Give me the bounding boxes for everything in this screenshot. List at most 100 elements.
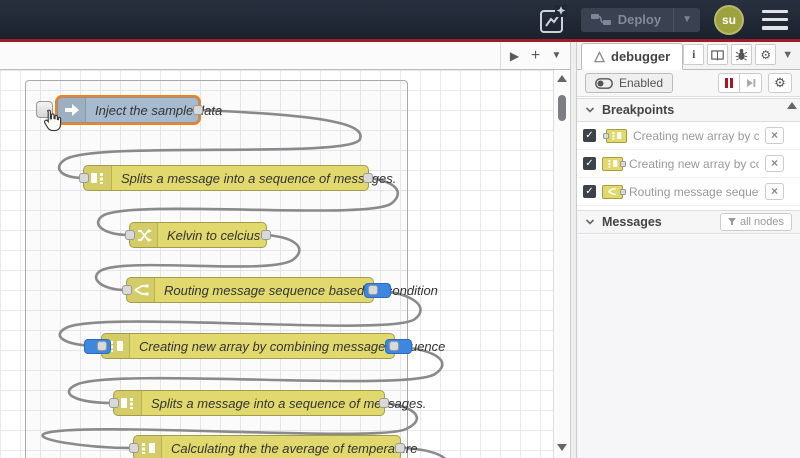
toggle-icon <box>595 77 613 89</box>
sidebar-splitter[interactable] <box>570 42 577 458</box>
scroll-down-icon[interactable] <box>557 444 567 451</box>
input-port[interactable] <box>109 398 119 408</box>
join-node-icon <box>602 156 626 171</box>
chevron-down-icon <box>585 107 595 113</box>
chevron-down-icon <box>585 219 595 225</box>
flow-node-split-1[interactable]: Splits a message into a sequence of mess… <box>79 165 396 191</box>
filter-funnel-icon <box>727 218 736 225</box>
cursor-pointer-icon <box>43 109 62 132</box>
breakpoint-checkbox[interactable]: ✓ <box>583 185 596 198</box>
hamburger-menu-icon[interactable] <box>762 9 788 30</box>
flow-list-caret-icon[interactable]: ▼ <box>547 45 566 67</box>
flow-tab-buttons: ▶ + ▼ <box>500 42 570 69</box>
debugger-toolbar-right: ⚙ <box>718 73 792 93</box>
input-port[interactable] <box>129 443 139 453</box>
breakpoint-row[interactable]: ✓ Routing message sequence based on cond… <box>577 178 800 206</box>
debugger-settings-gear-icon[interactable]: ⚙ <box>768 73 792 93</box>
message-filter-button[interactable]: all nodes <box>719 213 792 231</box>
sidebar-scroll-up-icon[interactable] <box>787 102 797 109</box>
gear-icon[interactable]: ⚙ <box>755 44 777 65</box>
mini-input-port <box>603 133 609 139</box>
scrollbar-thumb[interactable] <box>558 95 566 121</box>
remove-breakpoint-icon[interactable]: × <box>765 127 784 144</box>
output-port[interactable] <box>193 105 203 115</box>
flow-node-switch[interactable]: Routing message sequence based on condit… <box>122 277 438 303</box>
flow-node-change[interactable]: Kelvin to celcius <box>125 222 271 248</box>
pause-icon[interactable] <box>718 73 740 93</box>
deploy-caret-icon[interactable]: ▼ <box>673 7 700 32</box>
messages-title: Messages <box>602 215 662 229</box>
flow-node-split-2[interactable]: Splits a message into a sequence of mess… <box>109 390 426 416</box>
deploy-button-main[interactable]: Deploy <box>581 12 673 27</box>
output-port[interactable] <box>261 230 271 240</box>
workspace: ▶ + ▼ Inject the sample data Splits a me… <box>0 42 570 458</box>
info-icon[interactable]: i <box>683 44 705 65</box>
breakpoint-row[interactable]: ✓ Creating new array by combining messag… <box>577 122 800 150</box>
breakpoint-label: Creating new array by combining message … <box>633 128 759 143</box>
mini-output-port <box>620 189 626 195</box>
breakpoint-label: Creating new array by combining message … <box>629 156 759 171</box>
canvas-scrollbar[interactable] <box>553 70 570 458</box>
breakpoints-header[interactable]: Breakpoints <box>577 98 800 122</box>
flow-tab-bar: ▶ + ▼ <box>0 42 570 70</box>
remove-breakpoint-icon[interactable]: × <box>765 155 784 172</box>
node-label: Calculating the the average of temperatu… <box>171 440 418 456</box>
breakpoints-section: Breakpoints ✓ Creating new array by comb… <box>577 98 800 206</box>
enabled-toggle-button[interactable]: Enabled <box>585 73 674 93</box>
step-icon[interactable] <box>740 73 762 93</box>
output-port[interactable] <box>363 173 373 183</box>
debug-step-controls <box>718 73 762 93</box>
input-port[interactable] <box>125 230 135 240</box>
deploy-button[interactable]: Deploy ▼ <box>580 7 700 32</box>
sidebar-tab-icons: i ⚙ ▼ <box>683 44 800 69</box>
node-label: Kelvin to celcius <box>167 227 261 243</box>
deploy-label: Deploy <box>617 12 662 27</box>
breakpoint-checkbox[interactable]: ✓ <box>583 157 596 170</box>
bug-icon[interactable] <box>731 44 753 65</box>
deploy-nodes-icon <box>590 14 611 25</box>
add-flow-icon[interactable]: + <box>526 45 545 67</box>
scroll-up-icon[interactable] <box>557 75 567 82</box>
tab-debugger[interactable]: debugger <box>581 43 684 70</box>
output-port[interactable] <box>389 341 399 351</box>
flow-node-join-array[interactable]: Creating new array by combining message … <box>84 333 445 359</box>
output-port[interactable] <box>395 443 405 453</box>
node-label: Splits a message into a sequence of mess… <box>151 395 427 411</box>
node-red-editor: Deploy ▼ su ▶ + ▼ Inject the sample data… <box>0 0 800 458</box>
breakpoints-title: Breakpoints <box>602 103 675 117</box>
assistant-flow-icon[interactable] <box>539 4 567 35</box>
breakpoint-checkbox[interactable]: ✓ <box>583 129 596 142</box>
debugger-toolbar: Enabled ⚙ <box>577 70 800 97</box>
messages-empty-area <box>577 235 800 458</box>
messages-section: Messages all nodes <box>577 210 800 234</box>
flow-canvas[interactable]: Inject the sample data Splits a message … <box>0 70 553 458</box>
flow-node-calc-average[interactable]: Calculating the the average of temperatu… <box>129 435 417 458</box>
header-bar: Deploy ▼ su <box>0 0 800 42</box>
tab-scroll-right-icon[interactable]: ▶ <box>505 45 524 67</box>
user-avatar[interactable]: su <box>714 4 744 35</box>
breakpoint-label: Routing message sequence based on condit… <box>629 184 759 199</box>
node-label: Routing message sequence based on condit… <box>164 282 438 298</box>
sidebar-caret-icon[interactable]: ▼ <box>779 49 796 61</box>
messages-header[interactable]: Messages all nodes <box>577 210 800 234</box>
sidebar-tab-bar: debugger i ⚙ ▼ <box>577 42 800 70</box>
debugger-tab-icon <box>594 50 605 62</box>
tab-label: debugger <box>611 49 671 64</box>
filter-label: all nodes <box>739 216 784 228</box>
breakpoint-row[interactable]: ✓ Creating new array by combining messag… <box>577 150 800 178</box>
enabled-label: Enabled <box>619 76 664 90</box>
output-port[interactable] <box>368 285 378 295</box>
input-port[interactable] <box>122 285 132 295</box>
switch-node-icon <box>602 184 626 199</box>
join-node-icon <box>603 128 627 143</box>
input-port[interactable] <box>79 173 89 183</box>
remove-breakpoint-icon[interactable]: × <box>765 183 784 200</box>
output-port[interactable] <box>379 398 389 408</box>
mini-output-port <box>620 161 626 167</box>
book-icon[interactable] <box>707 44 729 65</box>
avatar-initials: su <box>721 12 736 27</box>
node-label: Inject the sample data <box>95 102 223 118</box>
sidebar: debugger i ⚙ ▼ Enabled ⚙ Breakpoints ✓ C… <box>577 42 800 458</box>
input-port[interactable] <box>97 341 107 351</box>
flow-node-inject[interactable]: Inject the sample data <box>36 97 222 132</box>
